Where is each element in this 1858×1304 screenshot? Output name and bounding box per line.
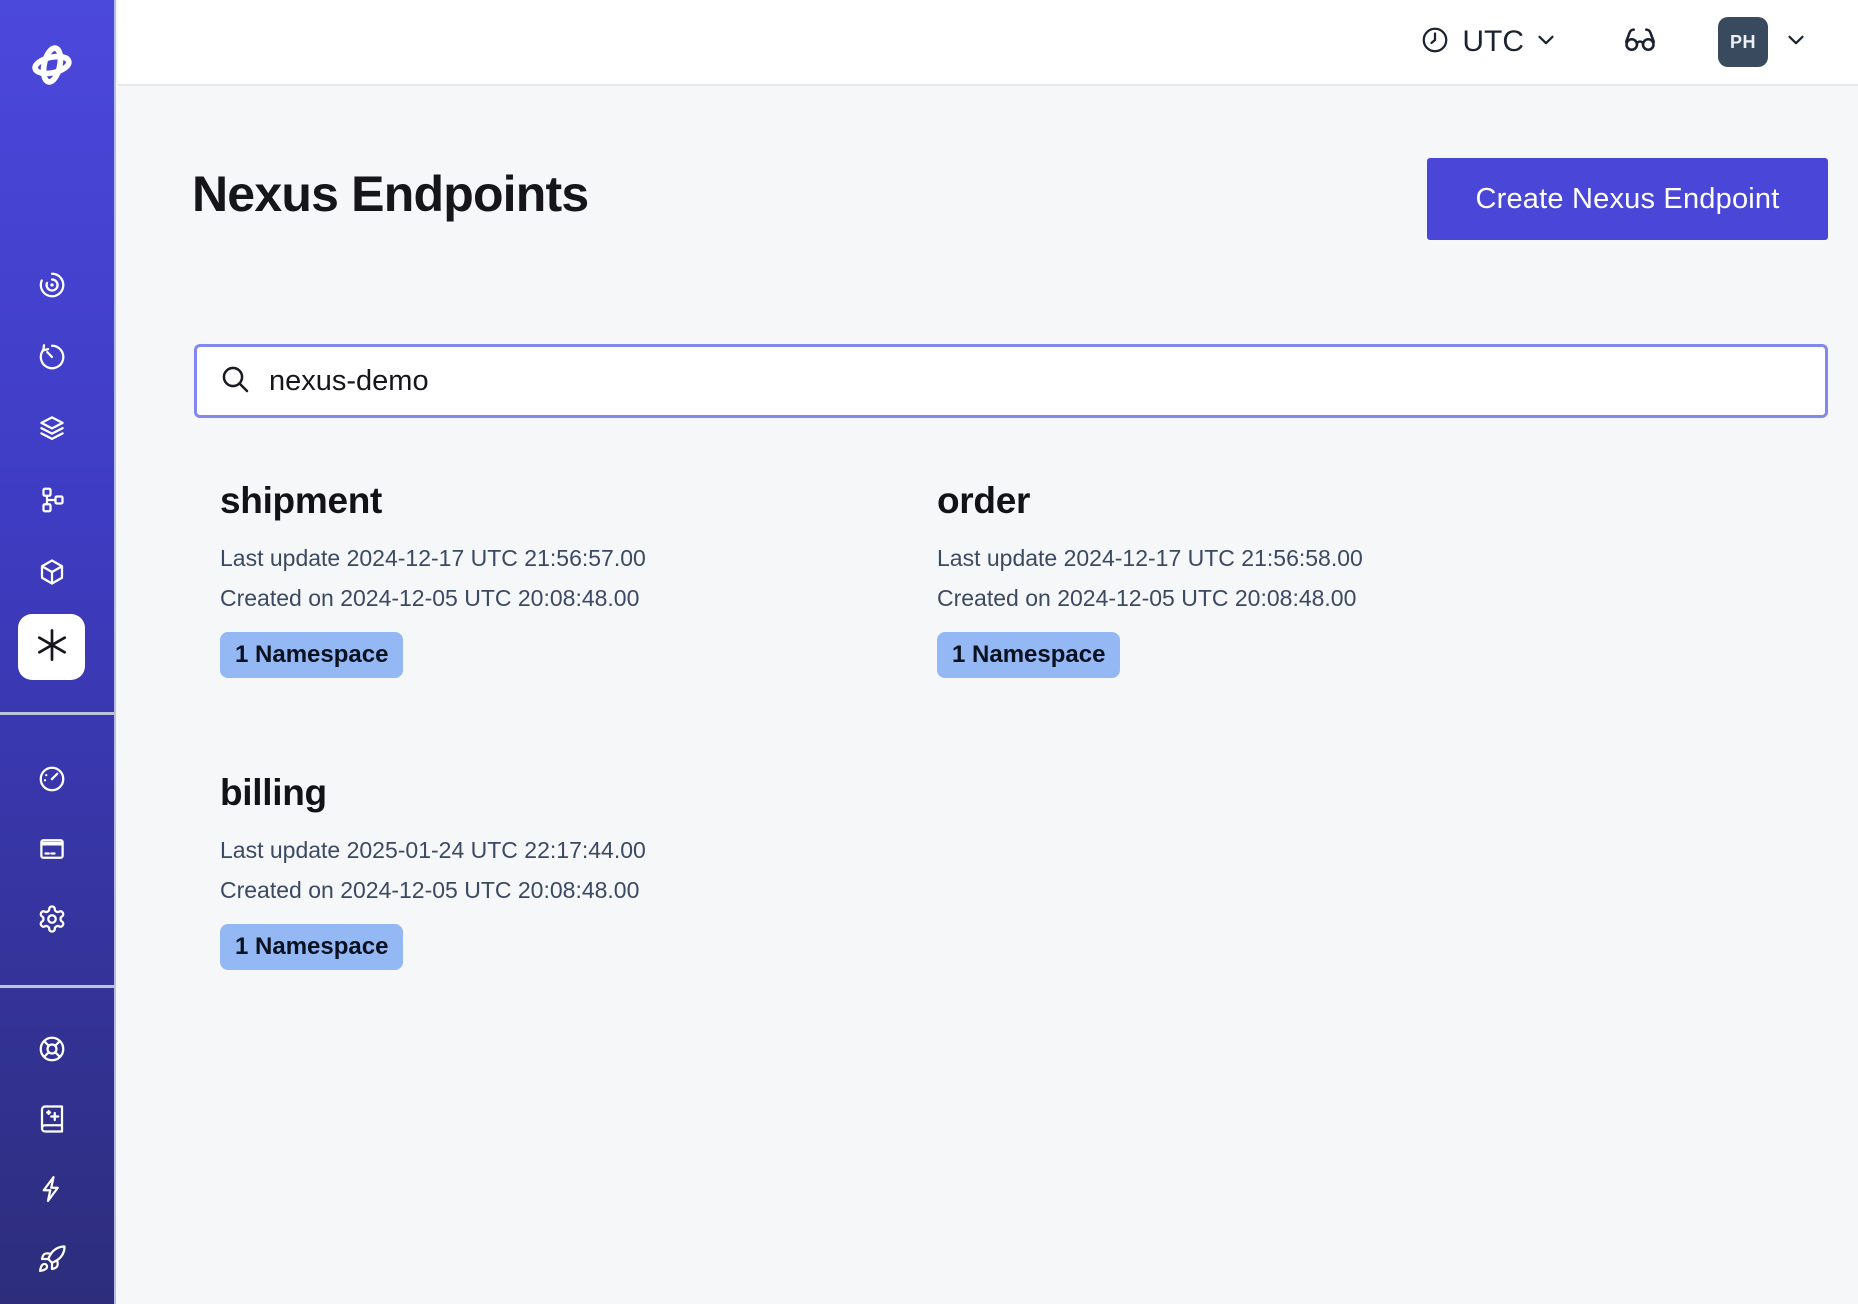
codec-settings-button[interactable] — [1622, 22, 1658, 63]
endpoint-search[interactable] — [194, 344, 1828, 418]
avatar: PH — [1718, 17, 1768, 67]
sidebar-divider — [0, 712, 116, 715]
timer-icon — [37, 342, 67, 377]
asterisk-icon — [33, 626, 71, 669]
endpoint-name[interactable]: billing — [220, 770, 327, 816]
search-icon — [219, 363, 251, 400]
cube-icon — [37, 557, 67, 592]
lightning-icon — [37, 1174, 67, 1209]
glasses-icon — [1622, 22, 1658, 63]
endpoint-created: Created on 2024-12-05 UTC 20:08:48.00 — [937, 578, 1654, 618]
sidebar-item-nexus[interactable] — [18, 614, 85, 680]
sidebar-item-usage[interactable] — [18, 751, 85, 811]
namespace-badge: 1 Namespace — [937, 632, 1120, 678]
sidebar-item-getting-started[interactable] — [18, 1231, 85, 1291]
sidebar-item-schedules[interactable] — [18, 329, 85, 389]
clock-icon — [1420, 25, 1450, 60]
lifebuoy-icon — [37, 1034, 67, 1069]
page-title: Nexus Endpoints — [192, 164, 588, 224]
endpoint-card: order Last update 2024-12-17 UTC 21:56:5… — [937, 478, 1654, 678]
create-nexus-endpoint-button[interactable]: Create Nexus Endpoint — [1427, 158, 1828, 240]
timezone-selector[interactable]: UTC — [1420, 25, 1558, 60]
gear-icon — [37, 904, 67, 939]
namespace-badge: 1 Namespace — [220, 632, 403, 678]
gauge-icon — [37, 764, 67, 799]
sidebar-item-feedback[interactable] — [18, 1161, 85, 1221]
endpoint-last-update: Last update 2024-12-17 UTC 21:56:58.00 — [937, 538, 1654, 578]
spiral-eye-icon — [37, 270, 67, 305]
sidebar-item-billing[interactable] — [18, 821, 85, 881]
flowchart-icon — [37, 485, 67, 520]
endpoint-list: shipment Last update 2024-12-17 UTC 21:5… — [220, 478, 1654, 970]
sidebar — [0, 0, 116, 1304]
sidebar-item-docs[interactable] — [18, 1091, 85, 1151]
endpoint-last-update: Last update 2025-01-24 UTC 22:17:44.00 — [220, 830, 937, 870]
book-sparkle-icon — [37, 1104, 67, 1139]
sidebar-item-batch[interactable] — [18, 544, 85, 604]
temporal-logo[interactable] — [26, 39, 78, 91]
rocket-icon — [37, 1244, 67, 1279]
sidebar-item-deployments[interactable] — [18, 472, 85, 532]
namespace-badge: 1 Namespace — [220, 924, 403, 970]
sidebar-item-namespaces[interactable] — [18, 400, 85, 460]
chevron-down-icon — [1784, 28, 1808, 57]
account-menu[interactable]: PH — [1718, 17, 1808, 67]
endpoint-last-update: Last update 2024-12-17 UTC 21:56:57.00 — [220, 538, 937, 578]
sidebar-item-workflows[interactable] — [18, 257, 85, 317]
endpoint-card: billing Last update 2025-01-24 UTC 22:17… — [220, 770, 937, 970]
sidebar-item-settings[interactable] — [18, 891, 85, 951]
endpoint-name[interactable]: shipment — [220, 478, 382, 524]
endpoint-card: shipment Last update 2024-12-17 UTC 21:5… — [220, 478, 937, 678]
search-input[interactable] — [267, 364, 1805, 399]
sidebar-item-support[interactable] — [18, 1021, 85, 1081]
credit-card-icon — [37, 834, 67, 869]
endpoint-name[interactable]: order — [937, 478, 1030, 524]
chevron-down-icon — [1534, 28, 1558, 57]
top-bar: UTC PH — [118, 0, 1858, 86]
endpoint-created: Created on 2024-12-05 UTC 20:08:48.00 — [220, 578, 937, 618]
layers-icon — [37, 413, 67, 448]
sidebar-divider — [0, 985, 116, 988]
timezone-label: UTC — [1462, 25, 1524, 59]
endpoint-created: Created on 2024-12-05 UTC 20:08:48.00 — [220, 870, 937, 910]
